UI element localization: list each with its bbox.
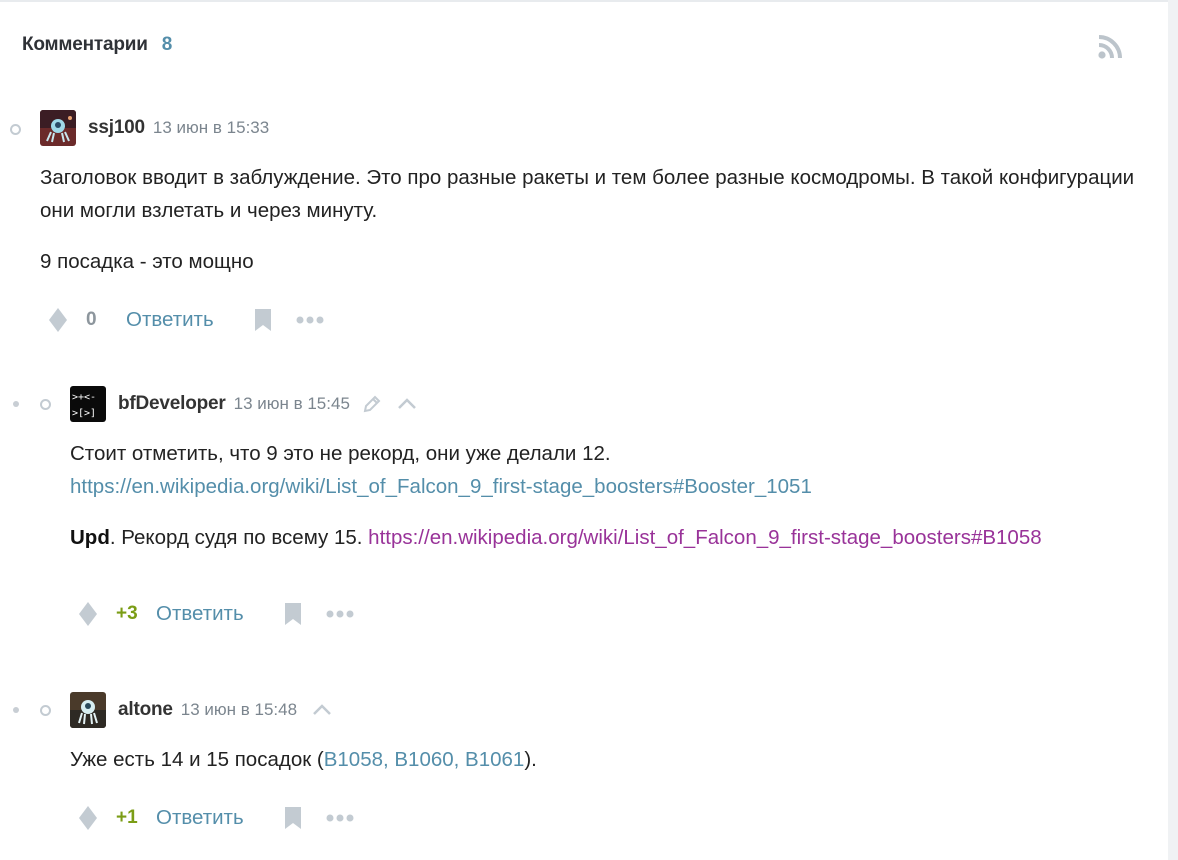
- comments-panel: Комментарии 8 ssj100 13 июн в 15:33 Заго…: [0, 0, 1168, 860]
- wikipedia-link-visited[interactable]: https://en.wikipedia.org/wiki/List_of_Fa…: [368, 526, 1041, 549]
- avatar[interactable]: [40, 110, 76, 146]
- bookmark-icon[interactable]: [284, 602, 302, 626]
- vote-score: 0: [86, 309, 97, 330]
- comment-actions: +3 Ответить: [78, 594, 354, 634]
- more-dots-icon[interactable]: [326, 610, 354, 618]
- comment-paragraph: Upd. Рекорд судя по всему 15. https://en…: [70, 521, 1160, 554]
- wikipedia-link[interactable]: https://en.wikipedia.org/wiki/List_of_Fa…: [70, 475, 812, 498]
- comments-count: 8: [161, 34, 173, 55]
- more-dots-icon[interactable]: [326, 814, 354, 822]
- comment-actions: +1 Ответить: [78, 798, 354, 838]
- vote-diamond-icon[interactable]: [78, 805, 98, 831]
- upd-label: Upd: [70, 526, 110, 549]
- chevron-up-icon[interactable]: [396, 396, 418, 412]
- bookmark-icon[interactable]: [254, 308, 272, 332]
- comment-paragraph: Стоит отметить, что 9 это не рекорд, они…: [70, 437, 1160, 503]
- vote-diamond-icon[interactable]: [48, 307, 68, 333]
- comment-text: . Рекорд судя по всему 15.: [109, 526, 369, 549]
- pencil-icon[interactable]: [362, 394, 382, 414]
- username[interactable]: ssj100: [88, 117, 145, 139]
- thread-level-dot: [13, 707, 19, 713]
- comment-paragraph: Заголовок вводит в заблуждение. Это про …: [40, 166, 1135, 222]
- username[interactable]: altone: [118, 699, 173, 721]
- comment-meta: ssj100 13 июн в 15:33: [40, 110, 269, 146]
- bookmark-icon[interactable]: [284, 806, 302, 830]
- comment-meta: altone 13 июн в 15:48: [70, 692, 333, 728]
- comment-time[interactable]: 13 июн в 15:48: [181, 700, 297, 720]
- avatar[interactable]: [70, 692, 106, 728]
- reply-button[interactable]: Ответить: [156, 602, 244, 626]
- more-dots-icon[interactable]: [296, 316, 324, 324]
- rss-icon[interactable]: [1097, 34, 1125, 60]
- vote-diamond-icon[interactable]: [78, 601, 98, 627]
- vote-score: +3: [116, 603, 138, 624]
- comment-text: Уже есть 14 и 15 посадок (: [70, 748, 324, 771]
- page-side-gutter: [1168, 0, 1178, 860]
- reply-button[interactable]: Ответить: [156, 806, 244, 830]
- comments-title: Комментарии: [22, 34, 148, 55]
- comment-actions: 0 Ответить: [48, 300, 324, 340]
- comments-header: Комментарии 8: [22, 34, 172, 56]
- thread-marker: [40, 399, 51, 410]
- vote-score: +1: [116, 807, 138, 828]
- comment-paragraph: 9 посадка - это мощно: [40, 250, 254, 273]
- comment-meta: >+<- >[>] bfDeveloper 13 июн в 15:45: [70, 386, 418, 422]
- comment-time[interactable]: 13 июн в 15:45: [234, 394, 350, 414]
- comment-text: ).: [524, 748, 537, 771]
- reply-button[interactable]: Ответить: [126, 308, 214, 332]
- username[interactable]: bfDeveloper: [118, 393, 226, 415]
- booster-links[interactable]: B1058, B1060, B1061: [324, 748, 525, 771]
- chevron-up-icon[interactable]: [311, 702, 333, 718]
- svg-text:>+<-: >+<-: [72, 392, 96, 403]
- comment-body: Заголовок вводит в заблуждение. Это про …: [40, 161, 1140, 296]
- comment-time[interactable]: 13 июн в 15:33: [153, 118, 269, 138]
- avatar[interactable]: >+<- >[>]: [70, 386, 106, 422]
- comment-text: Стоит отметить, что 9 это не рекорд, они…: [70, 442, 611, 465]
- comment-paragraph: Уже есть 14 и 15 посадок (B1058, B1060, …: [70, 743, 1160, 776]
- thread-level-dot: [13, 401, 19, 407]
- svg-text:>[>]: >[>]: [72, 408, 96, 419]
- thread-marker: [10, 124, 21, 135]
- thread-marker: [40, 705, 51, 716]
- comment-body: Уже есть 14 и 15 посадок (B1058, B1060, …: [70, 743, 1160, 794]
- comment-body: Стоит отметить, что 9 это не рекорд, они…: [70, 437, 1160, 572]
